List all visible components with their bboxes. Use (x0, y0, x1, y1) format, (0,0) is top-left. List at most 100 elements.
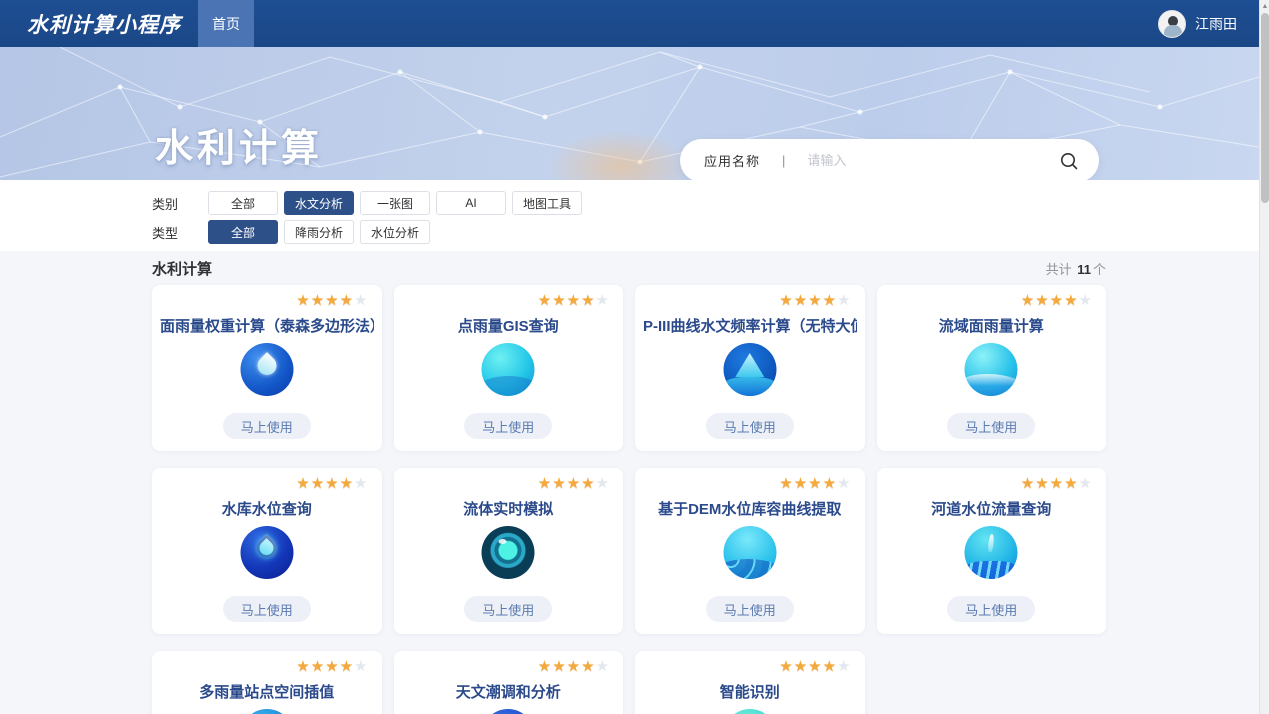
app-icon (482, 709, 535, 714)
filter-chips-category: 全部水文分析一张图AI地图工具 (208, 191, 588, 215)
app-card[interactable]: ★★★★★ 基于DEM水位库容曲线提取 马上使用 (635, 468, 865, 634)
app-icon (723, 343, 776, 396)
star-filled-icon: ★ (581, 292, 595, 309)
search-category-label[interactable]: 应用名称 (704, 151, 760, 170)
app-card[interactable]: ★★★★★ 天文潮调和分析 马上使用 (394, 651, 624, 714)
use-now-button[interactable]: 马上使用 (464, 413, 552, 439)
app-icon-glyph (499, 539, 507, 544)
use-now-button[interactable]: 马上使用 (706, 413, 794, 439)
app-card-grid: ★★★★★ 面雨量权重计算（泰森多边形法） 马上使用 ★★★★★ 点雨量GIS查… (152, 285, 1106, 714)
star-filled-icon: ★ (340, 292, 354, 309)
star-empty-icon: ★ (1079, 292, 1093, 309)
star-rating: ★★★★★ (538, 293, 610, 308)
star-empty-icon: ★ (1079, 475, 1093, 492)
user-menu[interactable]: 江雨田 (1158, 0, 1259, 47)
app-card[interactable]: ★★★★★ 流域面雨量计算 马上使用 (877, 285, 1107, 451)
app-icon-glyph (252, 534, 280, 562)
app-card[interactable]: ★★★★★ 流体实时模拟 马上使用 (394, 468, 624, 634)
user-avatar[interactable] (1158, 10, 1186, 38)
star-empty-icon: ★ (837, 475, 851, 492)
filter-chip[interactable]: 一张图 (360, 191, 430, 215)
use-now-button[interactable]: 马上使用 (947, 596, 1035, 622)
search-bar: 应用名称 | (680, 139, 1099, 180)
filter-label-category: 类别 (152, 194, 208, 213)
star-empty-icon: ★ (837, 292, 851, 309)
filter-chip[interactable]: 全部 (208, 191, 278, 215)
app-icon (482, 526, 535, 579)
filter-chip[interactable]: 水位分析 (360, 220, 430, 244)
main-content: 水利计算 共计 11个 ★★★★★ 面雨量权重计算（泰森多边形法） 马上使用 ★… (152, 251, 1106, 714)
search-icon[interactable] (1059, 151, 1079, 171)
star-filled-icon: ★ (552, 475, 566, 492)
scrollbar-thumb[interactable] (1261, 13, 1269, 203)
star-filled-icon: ★ (552, 658, 566, 675)
star-rating: ★★★★★ (296, 476, 368, 491)
app-card-title: 点雨量GIS查询 (402, 315, 616, 336)
vertical-scrollbar[interactable]: ▲ (1259, 0, 1269, 714)
star-empty-icon: ★ (354, 658, 368, 675)
app-card-title: 智能识别 (643, 681, 857, 702)
star-filled-icon: ★ (794, 658, 808, 675)
filter-panel: 类别 全部水文分析一张图AI地图工具 类型 全部降雨分析水位分析 (0, 180, 1259, 251)
use-now-button[interactable]: 马上使用 (223, 413, 311, 439)
app-card-title: 基于DEM水位库容曲线提取 (643, 498, 857, 519)
app-card[interactable]: ★★★★★ 点雨量GIS查询 马上使用 (394, 285, 624, 451)
use-now-button[interactable]: 马上使用 (706, 596, 794, 622)
star-rating: ★★★★★ (1021, 293, 1093, 308)
app-card-title: P-III曲线水文频率计算（无特大值） (643, 315, 857, 336)
star-rating: ★★★★★ (538, 476, 610, 491)
app-logo: 水利计算小程序 (0, 9, 180, 39)
filter-chips-type: 全部降雨分析水位分析 (208, 220, 436, 244)
app-icon-glyph (965, 374, 1018, 396)
star-filled-icon: ★ (567, 475, 581, 492)
star-filled-icon: ★ (1021, 292, 1035, 309)
star-rating: ★★★★★ (779, 659, 851, 674)
app-card[interactable]: ★★★★★ 智能识别 马上使用 (635, 651, 865, 714)
app-card[interactable]: ★★★★★ 面雨量权重计算（泰森多边形法） 马上使用 (152, 285, 382, 451)
nav-tab-home[interactable]: 首页 (198, 0, 254, 47)
star-empty-icon: ★ (354, 292, 368, 309)
app-card-title: 水库水位查询 (160, 498, 374, 519)
filter-chip[interactable]: 水文分析 (284, 191, 354, 215)
star-empty-icon: ★ (837, 658, 851, 675)
filter-chip[interactable]: 降雨分析 (284, 220, 354, 244)
filter-chip[interactable]: 全部 (208, 220, 278, 244)
star-filled-icon: ★ (567, 292, 581, 309)
star-filled-icon: ★ (538, 475, 552, 492)
app-card[interactable]: ★★★★★ 水库水位查询 马上使用 (152, 468, 382, 634)
search-input[interactable] (807, 153, 1059, 168)
app-card-title: 流域面雨量计算 (885, 315, 1099, 336)
hero-subtitle: 专业性计算 (283, 173, 448, 180)
star-rating: ★★★★★ (779, 476, 851, 491)
star-filled-icon: ★ (1050, 292, 1064, 309)
star-filled-icon: ★ (1021, 475, 1035, 492)
filter-row-category: 类别 全部水文分析一张图AI地图工具 (152, 191, 588, 215)
star-empty-icon: ★ (596, 475, 610, 492)
star-filled-icon: ★ (538, 292, 552, 309)
star-rating: ★★★★★ (296, 293, 368, 308)
scrollbar-up-arrow[interactable]: ▲ (1260, 2, 1269, 12)
app-icon (240, 526, 293, 579)
filter-chip[interactable]: 地图工具 (512, 191, 582, 215)
app-icon (723, 709, 776, 714)
app-icon (965, 526, 1018, 579)
star-filled-icon: ★ (808, 475, 822, 492)
app-card[interactable]: ★★★★★ P-III曲线水文频率计算（无特大值） 马上使用 (635, 285, 865, 451)
use-now-button[interactable]: 马上使用 (223, 596, 311, 622)
filter-chip[interactable]: AI (436, 191, 506, 215)
app-card[interactable]: ★★★★★ 多雨量站点空间插值 马上使用 (152, 651, 382, 714)
section-title: 水利计算 (152, 258, 212, 279)
star-filled-icon: ★ (581, 475, 595, 492)
use-now-button[interactable]: 马上使用 (464, 596, 552, 622)
star-filled-icon: ★ (311, 658, 325, 675)
app-icon-glyph (482, 376, 535, 396)
star-filled-icon: ★ (1035, 475, 1049, 492)
use-now-button[interactable]: 马上使用 (947, 413, 1035, 439)
hero-subtitle-row: 专业性计算 (158, 173, 448, 180)
app-card[interactable]: ★★★★★ 河道水位流量查询 马上使用 (877, 468, 1107, 634)
nav-tab-home-label: 首页 (212, 14, 240, 34)
star-rating: ★★★★★ (1021, 476, 1093, 491)
star-filled-icon: ★ (581, 658, 595, 675)
app-card-title: 面雨量权重计算（泰森多边形法） (160, 315, 374, 336)
star-filled-icon: ★ (808, 292, 822, 309)
